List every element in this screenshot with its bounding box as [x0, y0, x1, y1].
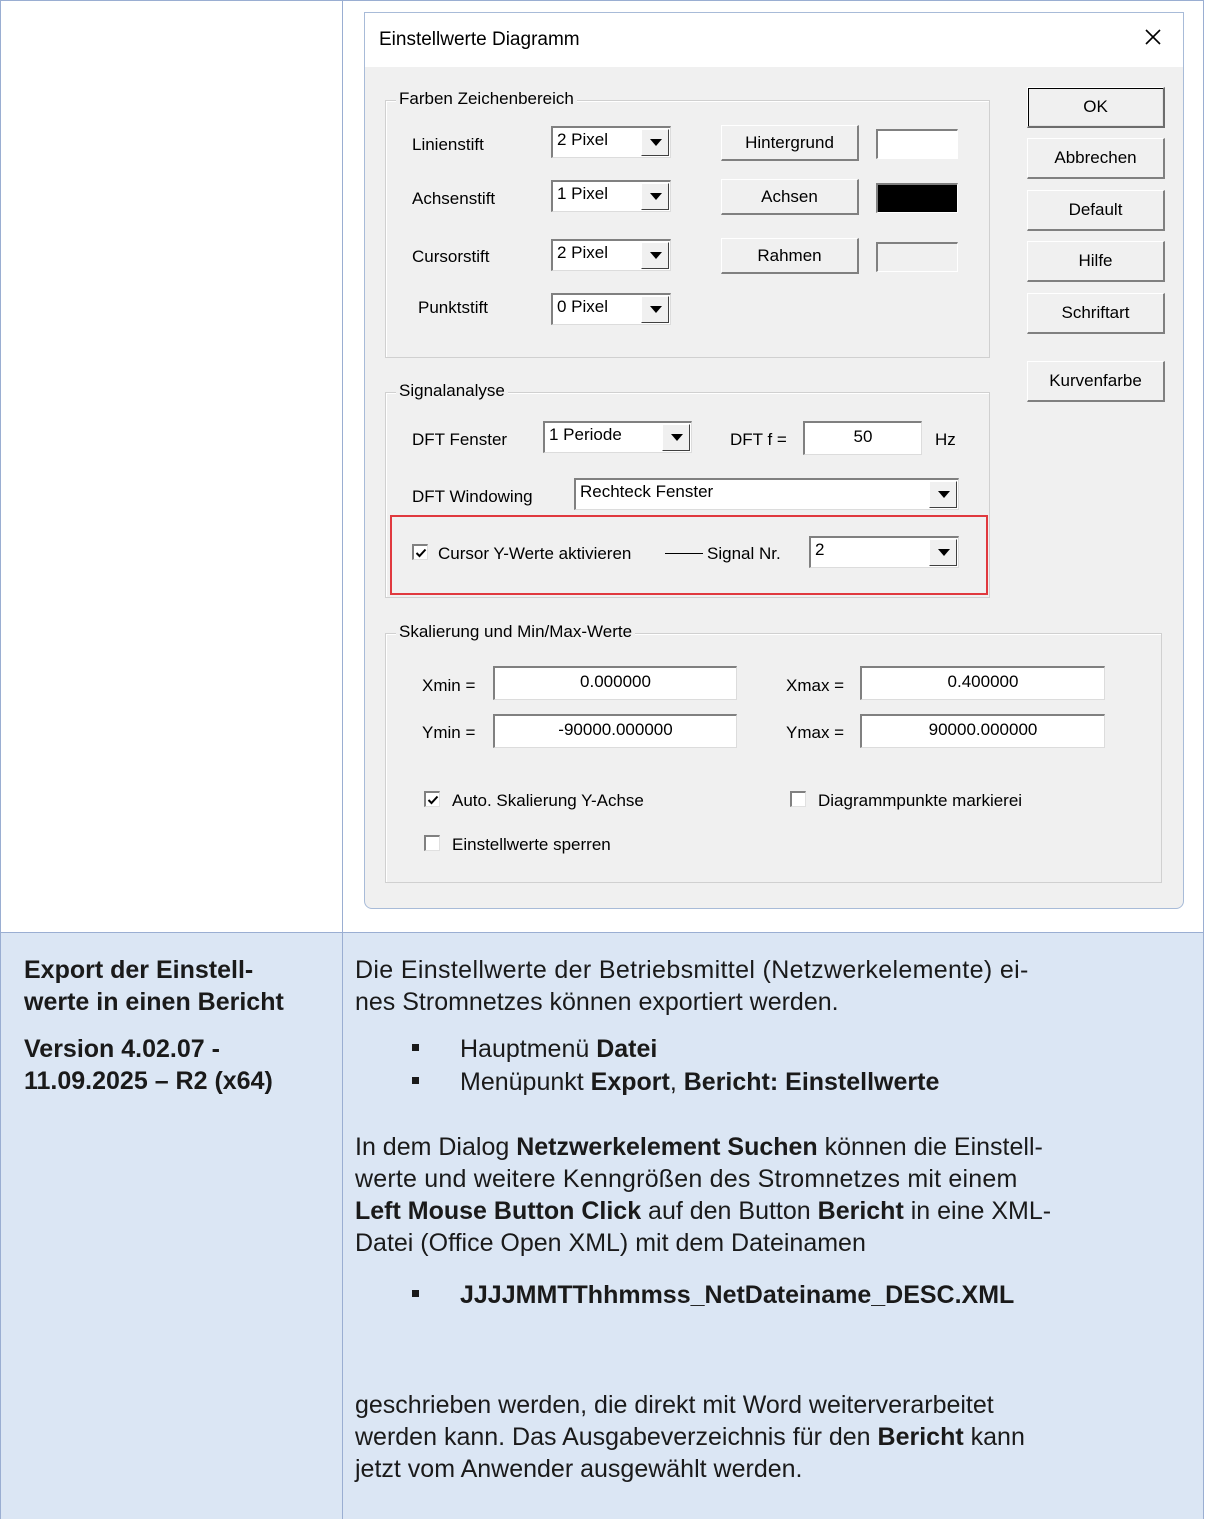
bullet-marker: [412, 1290, 419, 1297]
default-button[interactable]: Default: [1027, 190, 1165, 231]
achsen-button[interactable]: Achsen: [721, 179, 859, 215]
swatch-hintergrund[interactable]: [876, 129, 958, 159]
combo-achsenstift[interactable]: 1 Pixel: [551, 180, 671, 212]
chevron-down-icon[interactable]: [641, 183, 669, 210]
xmin-input[interactable]: 0.000000: [493, 666, 737, 700]
combo-signal-nr[interactable]: 2: [809, 536, 959, 568]
table-border-right: [1203, 0, 1204, 1519]
table-border-top: [0, 0, 1204, 1]
label-points: Diagrammpunkte markierei: [818, 791, 1023, 810]
schriftart-button[interactable]: Schriftart: [1027, 293, 1165, 334]
dialog-title: Einstellwerte Diagramm: [379, 29, 580, 50]
kurvenfarbe-button[interactable]: Kurvenfarbe: [1027, 361, 1165, 402]
dft-f-input[interactable]: 50: [803, 421, 922, 455]
label-dft-windowing: DFT Windowing: [412, 487, 533, 506]
checkmark-icon: [415, 548, 427, 558]
bullet-menu-export: Menüpunkt Export, Bericht: Einstellwerte: [460, 1068, 940, 1096]
close-icon[interactable]: [1141, 25, 1165, 49]
bullet-menu-datei: Hauptmenü Datei: [460, 1035, 658, 1063]
combo-linienstift[interactable]: 2 Pixel: [551, 126, 671, 158]
points-checkbox[interactable]: [790, 791, 806, 807]
auto-scale-checkbox[interactable]: [424, 791, 440, 807]
rahmen-button[interactable]: Rahmen: [721, 238, 859, 274]
combo-punktstift[interactable]: 0 Pixel: [551, 293, 671, 325]
cursor-checkbox[interactable]: [412, 544, 428, 560]
ymin-input[interactable]: -90000.000000: [493, 714, 737, 748]
swatch-rahmen[interactable]: [876, 242, 958, 272]
label-ymin: Ymin =: [422, 723, 476, 742]
label-hz: Hz: [935, 430, 956, 449]
bullet-marker: [412, 1077, 419, 1084]
lock-checkbox[interactable]: [424, 835, 440, 851]
table-border-middle: [342, 0, 343, 1519]
left-cell-background: [0, 933, 342, 1519]
label-ymax: Ymax =: [786, 723, 845, 742]
chevron-down-icon[interactable]: [641, 296, 669, 323]
label-cursorstift: Cursorstift: [412, 247, 490, 266]
table-border-left: [0, 0, 1, 1519]
ok-button[interactable]: OK: [1027, 87, 1165, 128]
label-dft-fenster: DFT Fenster: [412, 430, 508, 449]
chevron-down-icon[interactable]: [641, 242, 669, 269]
hilfe-button[interactable]: Hilfe: [1027, 241, 1165, 282]
checkmark-icon: [427, 795, 439, 805]
combo-cursorstift[interactable]: 2 Pixel: [551, 239, 671, 271]
hintergrund-button[interactable]: Hintergrund: [721, 125, 859, 161]
combo-dft-windowing[interactable]: Rechteck Fenster: [574, 478, 959, 510]
label-lock: Einstellwerte sperren: [452, 835, 611, 854]
label-signal-nr: Signal Nr.: [707, 544, 781, 563]
chevron-down-icon[interactable]: [929, 539, 957, 566]
label-dft-f: DFT f =: [730, 430, 787, 449]
chevron-down-icon[interactable]: [662, 424, 690, 451]
dialog-titlebar: Einstellwerte Diagramm: [365, 13, 1183, 67]
label-linienstift: Linienstift: [412, 135, 484, 154]
table-row-divider: [0, 932, 1204, 933]
paragraph-output: geschrieben werden, die direkt mit Word …: [355, 1391, 1025, 1483]
group-skalierung-legend: Skalierung und Min/Max-Werte: [396, 622, 636, 642]
group-farben-legend: Farben Zeichenbereich: [396, 89, 577, 109]
bullet-filename: JJJJMMTThhmmss_NetDateiname_DESC.XML: [460, 1281, 1015, 1309]
label-xmin: Xmin =: [422, 676, 476, 695]
label-punktstift: Punktstift: [418, 298, 488, 317]
chevron-down-icon[interactable]: [641, 129, 669, 156]
section-title: Export der Einstell- werte in einen Beri…: [24, 956, 284, 1016]
label-achsenstift: Achsenstift: [412, 189, 496, 208]
combo-dft-fenster[interactable]: 1 Periode: [543, 421, 692, 453]
group-signalanalyse-legend: Signalanalyse: [396, 381, 508, 401]
connector-line: [665, 553, 703, 554]
ymax-input[interactable]: 90000.000000: [860, 714, 1105, 748]
chevron-down-icon[interactable]: [929, 481, 957, 508]
bullet-marker: [412, 1044, 419, 1051]
label-xmax: Xmax =: [786, 676, 845, 695]
version-label: Version 4.02.07 - 11.09.2025 – R2 (x64): [24, 1035, 273, 1095]
abbrechen-button[interactable]: Abbrechen: [1027, 138, 1165, 179]
xmax-input[interactable]: 0.400000: [860, 666, 1105, 700]
swatch-achsen[interactable]: [876, 183, 958, 213]
paragraph-dialog: In dem Dialog Netzwerkelement Suchen kön…: [355, 1133, 1052, 1257]
paragraph-intro: Die Einstellwerte der Betriebsmittel (Ne…: [355, 956, 1029, 1016]
label-auto-scale: Auto. Skalierung Y-Achse: [452, 791, 644, 810]
label-cursor: Cursor Y-Werte aktivieren: [438, 544, 632, 563]
